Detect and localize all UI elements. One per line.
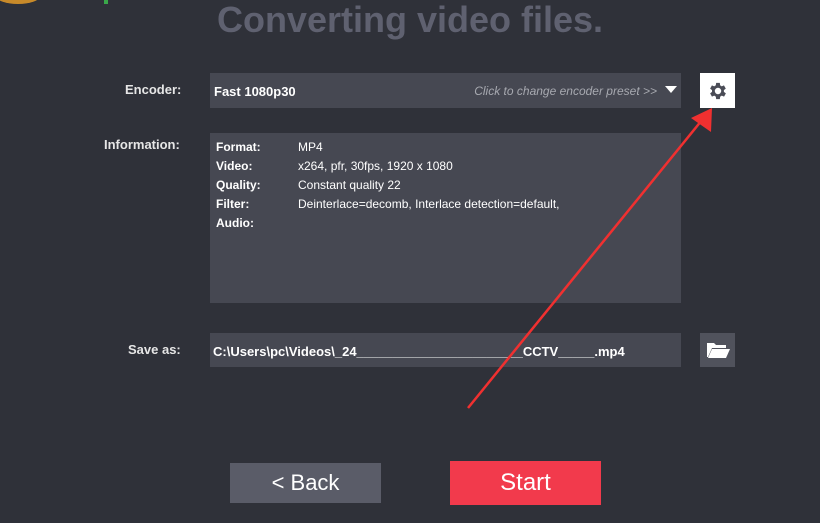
info-value: x264, pfr, 30fps, 1920 x 1080 xyxy=(298,159,453,173)
encoder-preset-value: Fast 1080p30 xyxy=(214,84,296,99)
start-button[interactable]: Start xyxy=(450,461,601,505)
info-key: Audio: xyxy=(216,216,254,230)
save-path-value: C:\Users\pc\Videos\_24__________________… xyxy=(213,344,625,359)
encoder-label: Encoder: xyxy=(125,82,182,97)
annotation-arrow-head xyxy=(691,108,712,132)
information-panel: Format: MP4 Video: x264, pfr, 30fps, 192… xyxy=(210,133,681,303)
info-value: Constant quality 22 xyxy=(298,178,401,192)
encoder-settings-button[interactable] xyxy=(700,73,735,108)
page-title: Converting video files. xyxy=(216,0,604,40)
save-path-field[interactable]: C:\Users\pc\Videos\_24__________________… xyxy=(210,333,681,367)
save-as-label: Save as: xyxy=(128,342,181,357)
encoder-preset-hint: Click to change encoder preset >> xyxy=(474,84,657,98)
info-key: Format: xyxy=(216,140,261,154)
info-key: Filter: xyxy=(216,197,250,211)
information-label: Information: xyxy=(104,137,180,152)
back-button[interactable]: < Back xyxy=(230,463,381,503)
info-value: MP4 xyxy=(298,140,323,154)
info-key: Video: xyxy=(216,159,253,173)
info-value: Deinterlace=decomb, Interlace detection=… xyxy=(298,197,560,211)
chevron-down-icon xyxy=(665,86,677,93)
encoder-preset-select[interactable]: Fast 1080p30 Click to change encoder pre… xyxy=(210,73,681,108)
gear-icon xyxy=(709,82,726,99)
info-key: Quality: xyxy=(216,178,261,192)
browse-folder-button[interactable] xyxy=(700,333,735,367)
folder-open-icon xyxy=(706,343,730,358)
